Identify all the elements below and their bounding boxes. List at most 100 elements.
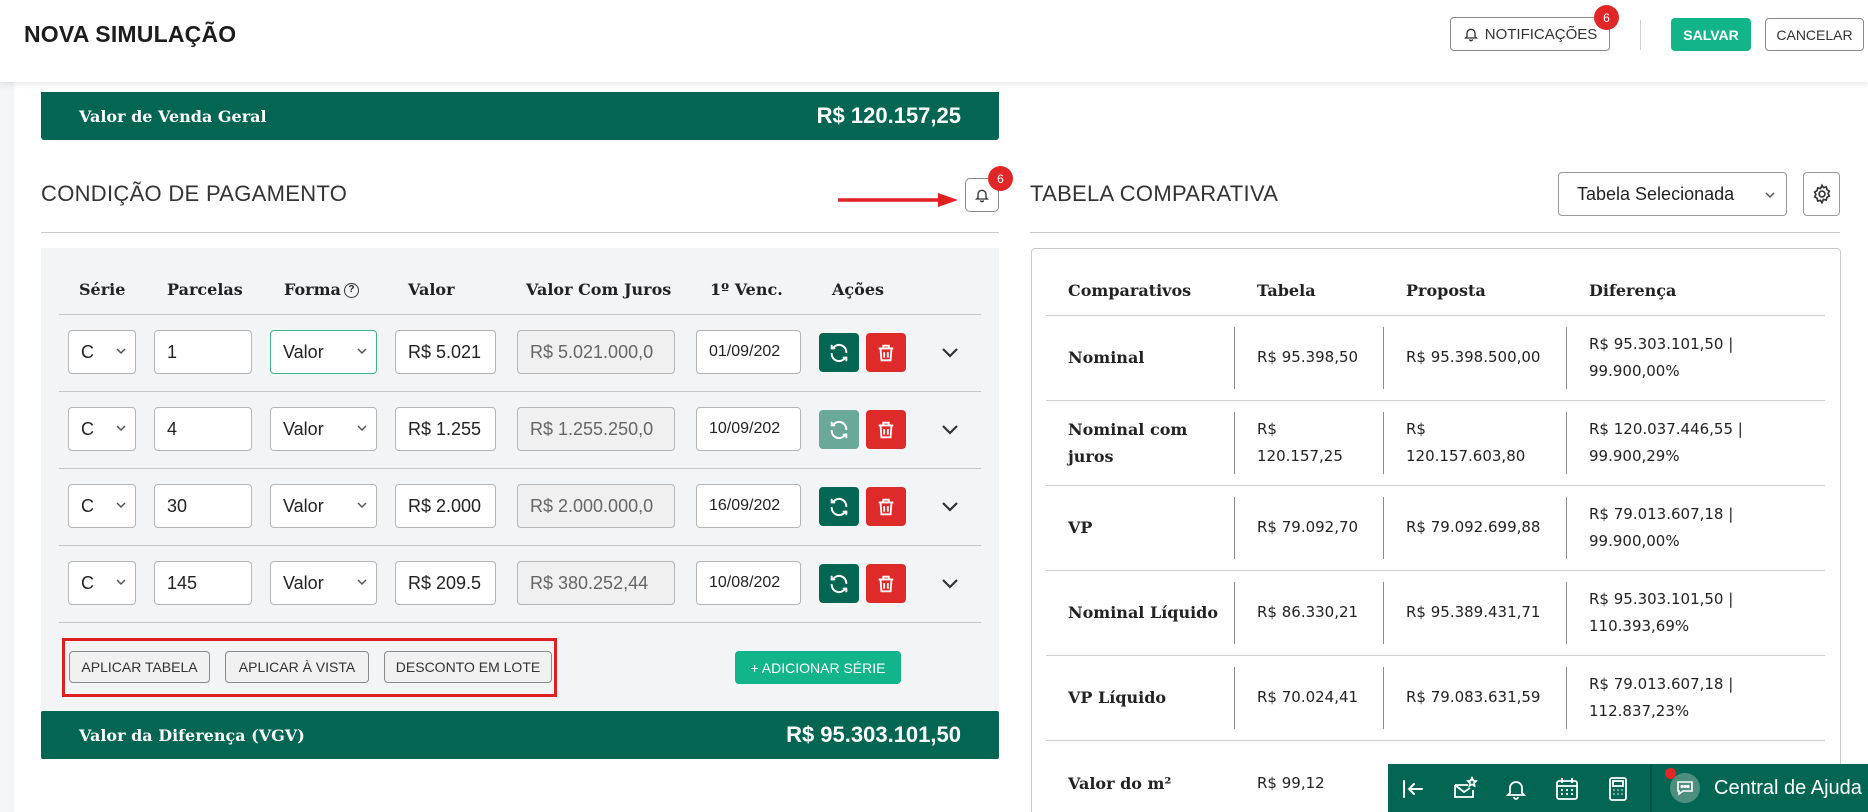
recalculate-button[interactable] bbox=[819, 410, 859, 449]
bell-icon[interactable] bbox=[1503, 776, 1529, 802]
chevron-down-icon[interactable] bbox=[940, 342, 960, 362]
delete-row-button[interactable] bbox=[866, 487, 906, 526]
trash-icon bbox=[878, 421, 894, 438]
calculator-icon[interactable] bbox=[1605, 776, 1631, 802]
cancel-button[interactable]: CANCELAR bbox=[1765, 18, 1864, 51]
comparison-tabela-value: R$ bbox=[1257, 420, 1277, 438]
comparison-proposta-value: 120.157.603,80 bbox=[1406, 447, 1526, 465]
comparison-row-divider bbox=[1046, 740, 1825, 741]
refresh-icon bbox=[830, 343, 848, 362]
delete-row-button[interactable] bbox=[866, 564, 906, 603]
serie-select[interactable]: C bbox=[68, 484, 136, 528]
vencimento-input[interactable]: 01/09/202 bbox=[696, 330, 801, 374]
chevron-down-icon[interactable] bbox=[940, 496, 960, 516]
help-icon[interactable]: ? bbox=[343, 283, 359, 298]
notifications-button[interactable]: NOTIFICAÇÕES bbox=[1450, 17, 1610, 51]
refresh-icon bbox=[830, 497, 848, 516]
comparison-diferenca-percent: 99.900,29% bbox=[1589, 447, 1680, 465]
chat-icon[interactable] bbox=[1670, 773, 1700, 803]
row-divider bbox=[59, 391, 981, 392]
valor-input[interactable]: R$ 5.021 bbox=[395, 330, 496, 374]
column-header-valor: Valor bbox=[408, 280, 455, 299]
comparison-header-comparativos: Comparativos bbox=[1068, 281, 1192, 300]
chevron-down-icon[interactable] bbox=[940, 573, 960, 593]
forma-select[interactable]: Valor bbox=[270, 561, 377, 605]
recalculate-button[interactable] bbox=[819, 564, 859, 603]
vencimento-input[interactable]: 10/09/202 bbox=[696, 407, 801, 451]
page-title: NOVA SIMULAÇÃO bbox=[24, 21, 237, 47]
valor-juros-field: R$ 5.021.000,0 bbox=[517, 330, 675, 374]
chevron-down-icon bbox=[357, 502, 367, 509]
chevron-down-icon[interactable] bbox=[940, 419, 960, 439]
bulk-discount-button[interactable]: DESCONTO EM LOTE bbox=[384, 651, 552, 683]
comparison-proposta-value: R$ 95.389.431,71 bbox=[1406, 603, 1541, 621]
comparison-row-divider bbox=[1046, 655, 1825, 656]
comparison-row-divider bbox=[1046, 570, 1825, 571]
comparison-column-divider bbox=[1383, 582, 1384, 644]
payment-alerts-badge: 6 bbox=[988, 166, 1013, 191]
chevron-down-icon bbox=[116, 425, 126, 432]
comparison-diferenca-value: R$ 95.303.101,50 | bbox=[1589, 335, 1734, 353]
sales-total-bar: Valor de Venda Geral R$ 120.157,25 bbox=[41, 92, 999, 140]
serie-select[interactable]: C bbox=[68, 561, 136, 605]
save-button[interactable]: SALVAR bbox=[1671, 18, 1751, 51]
comparison-proposta-value: R$ 79.083.631,59 bbox=[1406, 688, 1541, 706]
serie-select[interactable]: C bbox=[68, 330, 136, 374]
comparison-column-divider bbox=[1566, 497, 1567, 559]
delete-row-button[interactable] bbox=[866, 410, 906, 449]
comparison-column-divider bbox=[1234, 327, 1235, 389]
forma-select[interactable]: Valor bbox=[270, 407, 377, 451]
add-series-button[interactable]: + ADICIONAR SÉRIE bbox=[735, 651, 901, 684]
collapse-left-icon[interactable] bbox=[1400, 776, 1426, 802]
serie-value: C bbox=[81, 572, 94, 593]
valor-juros-field: R$ 380.252,44 bbox=[517, 561, 675, 605]
forma-select[interactable]: Valor bbox=[270, 330, 377, 374]
parcelas-input[interactable]: 145 bbox=[154, 561, 252, 605]
forma-select[interactable]: Valor bbox=[270, 484, 377, 528]
apply-table-button[interactable]: APLICAR TABELA bbox=[69, 651, 210, 683]
payment-section-title: CONDIÇÃO DE PAGAMENTO bbox=[41, 181, 348, 206]
table-select-value: Tabela Selecionada bbox=[1577, 183, 1735, 204]
chevron-down-icon bbox=[116, 502, 126, 509]
valor-input[interactable]: R$ 209.5 bbox=[395, 561, 496, 605]
apply-cash-button[interactable]: APLICAR À VISTA bbox=[225, 651, 369, 683]
difference-total-bar: Valor da Diferença (VGV) R$ 95.303.101,5… bbox=[41, 711, 999, 759]
trash-icon bbox=[878, 344, 894, 361]
comparison-tabela-value: R$ 86.330,21 bbox=[1257, 603, 1359, 621]
trash-icon bbox=[878, 498, 894, 515]
row-divider bbox=[59, 468, 981, 469]
serie-value: C bbox=[81, 418, 94, 439]
comparison-row-label: VP bbox=[1068, 518, 1093, 537]
arrow-annotation-icon bbox=[838, 193, 958, 207]
comparison-row-divider bbox=[1046, 400, 1825, 401]
column-header-parcelas: Parcelas bbox=[167, 280, 243, 299]
chat-status-dot bbox=[1665, 768, 1676, 779]
comparison-column-divider bbox=[1234, 497, 1235, 559]
comparison-row-divider bbox=[1046, 485, 1825, 486]
row-divider bbox=[59, 314, 981, 315]
trash-icon bbox=[878, 575, 894, 592]
settings-button[interactable] bbox=[1803, 172, 1840, 216]
comparison-diferenca-percent: 99.900,00% bbox=[1589, 532, 1680, 550]
comparison-column-divider bbox=[1383, 327, 1384, 389]
column-header-forma: Forma? bbox=[284, 280, 359, 299]
delete-row-button[interactable] bbox=[866, 333, 906, 372]
comparison-column-divider bbox=[1234, 412, 1235, 474]
table-select[interactable]: Tabela Selecionada bbox=[1558, 172, 1787, 216]
help-center-label[interactable]: Central de Ajuda bbox=[1714, 777, 1862, 800]
mail-star-icon[interactable] bbox=[1452, 776, 1478, 802]
parcelas-input[interactable]: 4 bbox=[154, 407, 252, 451]
payment-divider bbox=[41, 232, 999, 233]
vencimento-input[interactable]: 16/09/202 bbox=[696, 484, 801, 528]
comparison-row-label: Nominal Líquido bbox=[1068, 603, 1219, 622]
valor-input[interactable]: R$ 2.000 bbox=[395, 484, 496, 528]
recalculate-button[interactable] bbox=[819, 487, 859, 526]
comparison-diferenca-value: R$ 95.303.101,50 | bbox=[1589, 590, 1734, 608]
vencimento-input[interactable]: 10/08/202 bbox=[696, 561, 801, 605]
parcelas-input[interactable]: 1 bbox=[154, 330, 252, 374]
calendar-icon[interactable] bbox=[1554, 776, 1580, 802]
parcelas-input[interactable]: 30 bbox=[154, 484, 252, 528]
valor-input[interactable]: R$ 1.255 bbox=[395, 407, 496, 451]
recalculate-button[interactable] bbox=[819, 333, 859, 372]
serie-select[interactable]: C bbox=[68, 407, 136, 451]
